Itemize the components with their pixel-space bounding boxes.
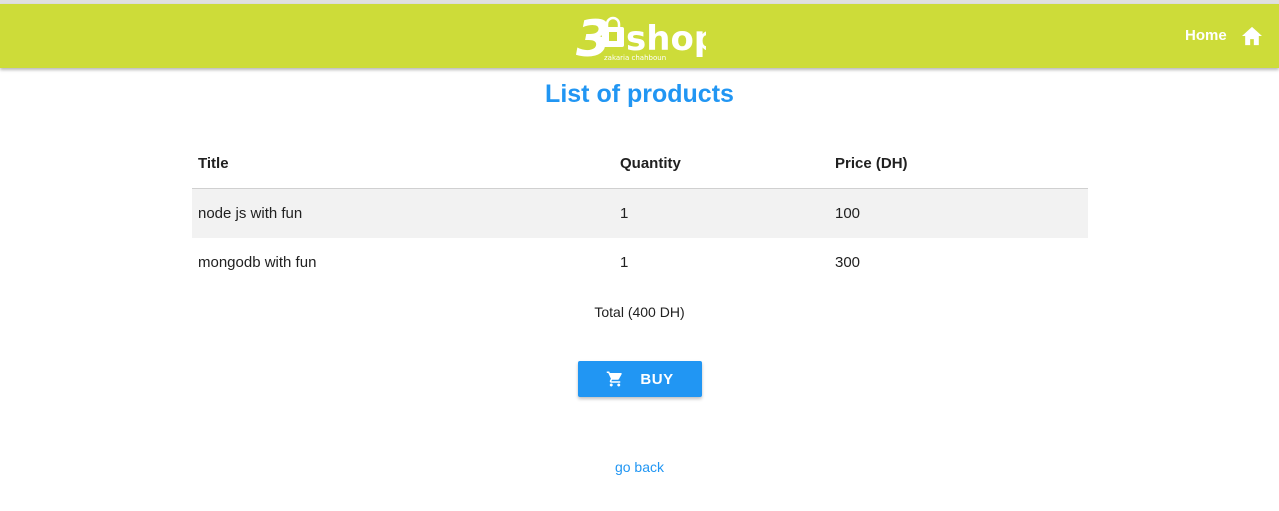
shop-logo[interactable]: 3 shop zakaria chahboun xyxy=(574,10,706,64)
products-table: Title Quantity Price (DH) node js with f… xyxy=(192,139,1088,287)
buy-button-label: BUY xyxy=(640,370,674,388)
table-header: Title Quantity Price (DH) xyxy=(192,139,1088,189)
product-price: 300 xyxy=(835,254,861,271)
buy-button[interactable]: BUY xyxy=(578,361,702,397)
table-row: node js with fun 1 100 xyxy=(192,189,1088,238)
order-total: Total (400 DH) xyxy=(594,304,685,320)
product-title: mongodb with fun xyxy=(198,254,317,271)
logo-tagline: zakaria chahboun xyxy=(604,54,666,62)
product-quantity: 1 xyxy=(620,254,629,271)
go-back-link[interactable]: go back xyxy=(0,457,1279,477)
nav-home-link[interactable]: Home xyxy=(1185,26,1227,46)
navbar: 3 shop zakaria chahboun Home xyxy=(0,4,1279,68)
home-icon[interactable] xyxy=(1241,26,1263,46)
product-price: 100 xyxy=(835,205,861,222)
shopping-cart-icon xyxy=(607,371,623,387)
product-title: node js with fun xyxy=(198,205,303,222)
column-header-price: Price (DH) xyxy=(835,155,908,172)
column-header-title: Title xyxy=(198,155,229,172)
product-quantity: 1 xyxy=(620,205,629,222)
page-title: List of products xyxy=(545,80,734,108)
column-header-quantity: Quantity xyxy=(620,155,681,172)
table-row: mongodb with fun 1 300 xyxy=(192,238,1088,287)
logo-wordmark: shop xyxy=(626,19,706,59)
